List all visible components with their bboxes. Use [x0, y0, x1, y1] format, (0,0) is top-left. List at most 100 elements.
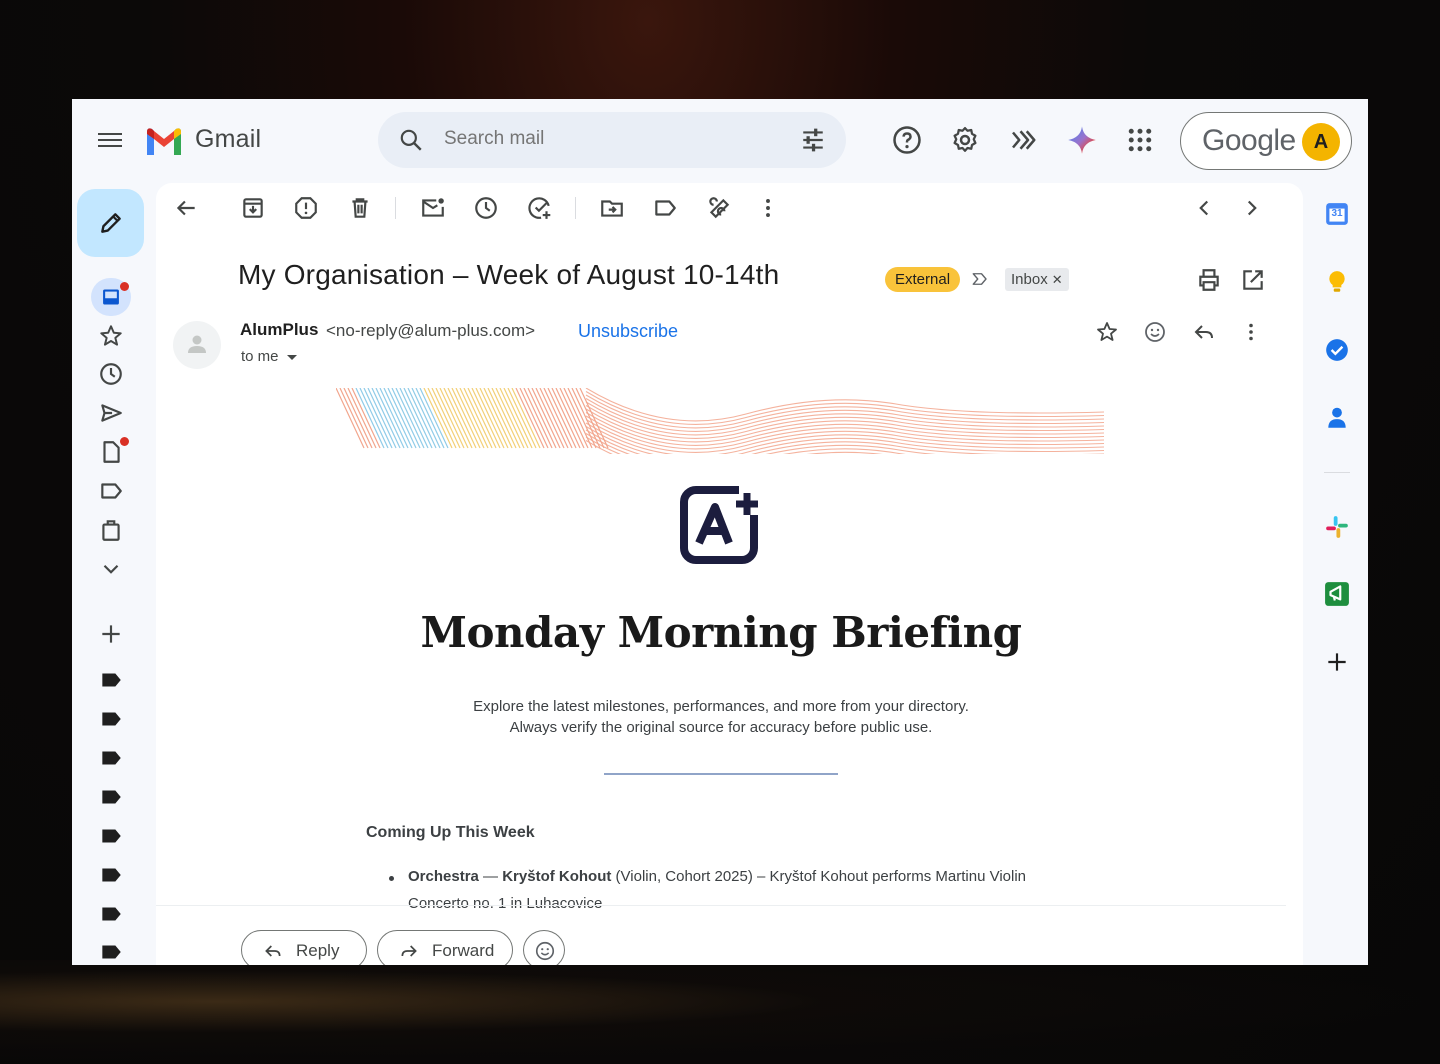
- purchases-bag-icon[interactable]: [98, 517, 124, 543]
- event-list-item: Orchestra — Kryštof Kohout (Violin, Coho…: [408, 868, 1026, 885]
- more-options-vertical-icon[interactable]: [755, 195, 781, 221]
- reply-icon: [265, 945, 281, 957]
- email-view: My Organisation – Week of August 10-14th…: [156, 183, 1303, 965]
- label-outline-icon[interactable]: [98, 478, 124, 504]
- reply-button[interactable]: Reply: [241, 930, 367, 965]
- calendar-day: 31: [1331, 208, 1343, 219]
- label-icon[interactable]: [98, 901, 124, 927]
- contacts-person-icon[interactable]: [1324, 405, 1350, 431]
- person-icon: [188, 335, 206, 353]
- calendar-icon[interactable]: 31: [1324, 201, 1350, 227]
- newsletter-disclaimer: Always verify the original source for ac…: [509, 719, 933, 736]
- forward-icon: [401, 945, 417, 957]
- event-category: Orchestra: [408, 868, 479, 885]
- sent-send-icon[interactable]: [98, 400, 124, 426]
- google-apps-grid-icon[interactable]: [1125, 125, 1155, 155]
- emoji-reaction-icon[interactable]: [1143, 320, 1167, 344]
- inbox-unread-dot: [120, 282, 129, 291]
- delete-trash-icon[interactable]: [347, 195, 373, 221]
- back-arrow-icon[interactable]: [173, 195, 199, 221]
- add-label-plus-icon[interactable]: [98, 621, 124, 647]
- smiley-icon: [535, 941, 555, 961]
- importance-marker-icon[interactable]: [971, 269, 989, 289]
- sender-name: AlumPlus: [240, 320, 319, 339]
- keep-lightbulb-icon[interactable]: [1324, 269, 1350, 295]
- open-new-window-icon[interactable]: [1240, 267, 1266, 293]
- tasks-check-icon[interactable]: [1324, 337, 1350, 363]
- external-badge: External: [885, 267, 961, 292]
- main-menu-icon[interactable]: [96, 129, 124, 153]
- emoji-react-button[interactable]: [523, 930, 565, 965]
- recipient-details-toggle[interactable]: to me: [241, 348, 297, 365]
- star-message-icon[interactable]: [1095, 320, 1119, 344]
- announcements-megaphone-icon[interactable]: [1324, 581, 1350, 607]
- move-to-folder-icon[interactable]: [599, 195, 625, 221]
- help-icon[interactable]: [892, 125, 922, 155]
- toolbar-divider: [395, 197, 396, 219]
- message-more-options-icon[interactable]: [1239, 320, 1263, 344]
- slack-icon[interactable]: [1324, 514, 1350, 540]
- background-glow: [0, 960, 1440, 1064]
- forward-button[interactable]: Forward: [377, 930, 513, 965]
- unsubscribe-link[interactable]: Unsubscribe: [578, 321, 678, 342]
- label-icon[interactable]: [98, 939, 124, 965]
- compose-button[interactable]: [77, 189, 144, 257]
- alumplus-logo-icon: [680, 485, 769, 564]
- label-icon[interactable]: [98, 706, 124, 732]
- search-icon[interactable]: [398, 127, 424, 153]
- forward-label: Forward: [432, 941, 495, 960]
- apps-script-icon[interactable]: [1008, 125, 1038, 155]
- reply-arrow-icon[interactable]: [1192, 320, 1216, 344]
- decorative-wave-banner: [336, 388, 1104, 454]
- google-account-button[interactable]: Google A: [1180, 112, 1352, 170]
- mark-unread-icon[interactable]: [420, 195, 446, 221]
- starred-star-icon[interactable]: [98, 323, 124, 349]
- label-icon[interactable]: [98, 667, 124, 693]
- message-footer-divider: [156, 905, 1286, 906]
- add-addon-plus-icon[interactable]: [1324, 649, 1350, 675]
- event-dash: —: [483, 868, 499, 885]
- add-on-icon[interactable]: [706, 195, 732, 221]
- label-icon[interactable]: [98, 862, 124, 888]
- recipient-label: to me: [241, 348, 279, 365]
- reply-label: Reply: [296, 941, 340, 960]
- side-panel-divider: [1324, 472, 1350, 473]
- add-to-tasks-icon[interactable]: [527, 195, 553, 221]
- inbox-icon: [103, 289, 119, 305]
- gmail-logo-icon[interactable]: [144, 123, 184, 159]
- snoozed-clock-icon[interactable]: [98, 361, 124, 387]
- drafts-dot: [120, 437, 129, 446]
- google-wordmark: Google: [1202, 124, 1296, 157]
- report-spam-icon[interactable]: [293, 195, 319, 221]
- event-details-continued: Concerto no. 1 in Luhacovice: [408, 895, 603, 912]
- more-chevron-down-icon[interactable]: [98, 556, 124, 582]
- older-chevron-right-icon[interactable]: [1239, 195, 1265, 221]
- toolbar-divider: [575, 197, 576, 219]
- browser-window: Gmail Google A: [72, 99, 1368, 965]
- archive-icon[interactable]: [240, 195, 266, 221]
- gemini-sparkle-icon[interactable]: [1067, 125, 1097, 155]
- label-icon[interactable]: [98, 823, 124, 849]
- labels-tag-icon[interactable]: [652, 195, 678, 221]
- snooze-clock-icon[interactable]: [473, 195, 499, 221]
- sender-avatar: [173, 321, 221, 369]
- inbox-label-chip[interactable]: Inbox ✕: [1005, 268, 1069, 291]
- section-divider: [604, 773, 838, 775]
- settings-gear-icon[interactable]: [950, 125, 980, 155]
- caret-down-icon: [286, 354, 297, 360]
- print-icon[interactable]: [1196, 267, 1222, 293]
- list-bullet: [389, 876, 394, 881]
- search-options-icon[interactable]: [800, 127, 826, 153]
- newsletter-title: Monday Morning Briefing: [420, 608, 1022, 657]
- newer-chevron-left-icon[interactable]: [1191, 195, 1217, 221]
- account-avatar[interactable]: A: [1302, 123, 1340, 161]
- search-input[interactable]: [444, 128, 744, 150]
- remove-label-close-icon[interactable]: ✕: [1052, 272, 1063, 287]
- label-icon[interactable]: [98, 745, 124, 771]
- event-details: (Violin, Cohort 2025) – Kryštof Kohout p…: [615, 868, 1027, 885]
- newsletter-tagline: Explore the latest milestones, performan…: [473, 698, 969, 715]
- label-icon[interactable]: [98, 784, 124, 810]
- search-bar[interactable]: [378, 112, 846, 168]
- inbox-label-text: Inbox: [1011, 271, 1048, 288]
- top-bar: Gmail Google A: [72, 99, 1368, 183]
